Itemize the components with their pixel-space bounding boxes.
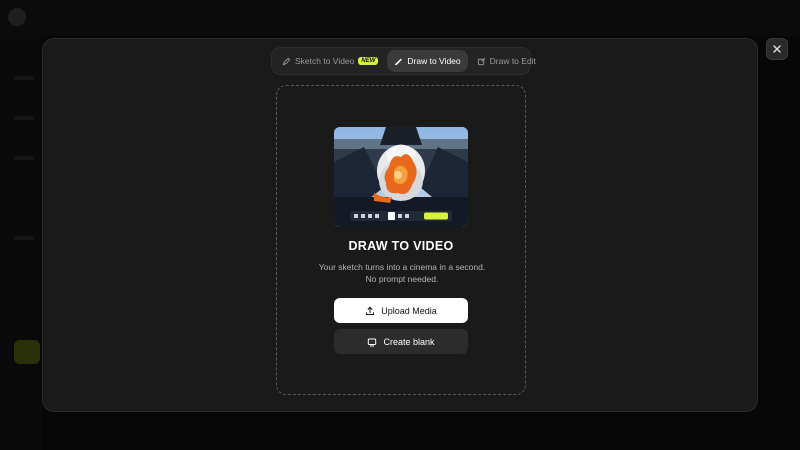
new-badge: NEW (358, 57, 379, 65)
sketch-icon (282, 57, 291, 66)
draw-modal: Sketch to Video NEW Draw to Video Draw t… (42, 38, 758, 412)
create-blank-label: Create blank (383, 336, 435, 347)
close-button[interactable] (766, 38, 788, 60)
modal-title: DRAW TO VIDEO (348, 239, 454, 253)
background-accent-button (14, 340, 40, 364)
background-logo (8, 8, 26, 26)
tab-draw-to-edit[interactable]: Draw to Edit (470, 50, 543, 72)
create-blank-button[interactable]: Create blank (334, 329, 468, 354)
background-sidebar (0, 36, 42, 450)
tab-label: Sketch to Video (295, 56, 355, 66)
mode-tabs: Sketch to Video NEW Draw to Video Draw t… (271, 47, 536, 75)
upload-media-label: Upload Media (381, 305, 437, 316)
modal-description: Your sketch turns into a cinema in a sec… (318, 262, 486, 284)
tab-draw-to-video[interactable]: Draw to Video (387, 50, 468, 72)
edit-icon (477, 57, 485, 65)
drop-zone[interactable]: DRAW TO VIDEO Your sketch turns into a c… (276, 85, 526, 395)
tab-label: Draw to Edit (489, 56, 536, 66)
close-icon (773, 45, 781, 53)
background-header (0, 0, 800, 36)
draw-icon (395, 58, 403, 65)
upload-icon (366, 306, 375, 315)
preview-image (334, 127, 468, 227)
upload-media-button[interactable]: Upload Media (334, 298, 468, 323)
tab-label: Draw to Video (407, 56, 461, 66)
tab-sketch-to-video[interactable]: Sketch to Video NEW (275, 50, 385, 72)
canvas-icon (368, 338, 377, 346)
